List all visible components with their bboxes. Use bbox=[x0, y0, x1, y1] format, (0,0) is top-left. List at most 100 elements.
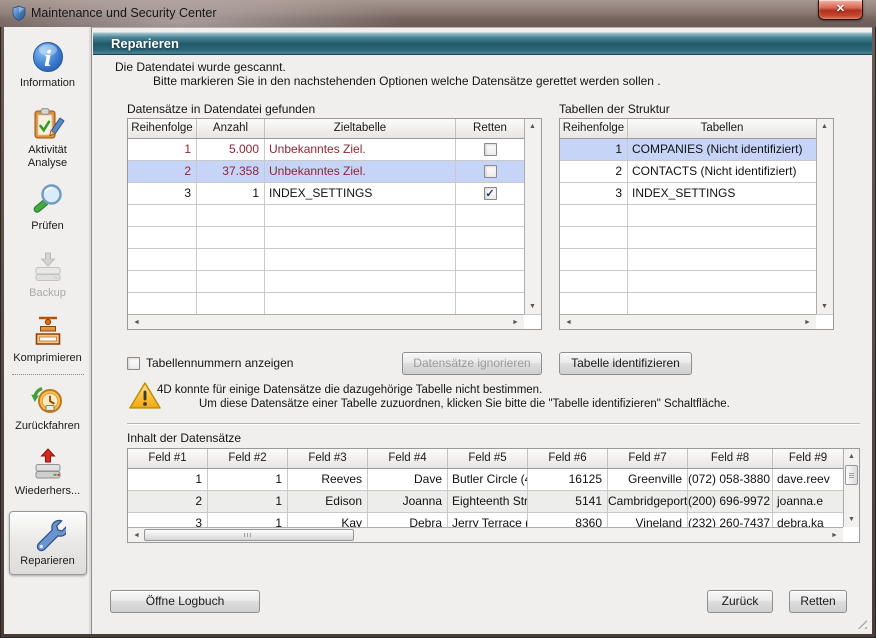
structure-table-header: Reihenfolge Tabellen bbox=[560, 119, 833, 139]
rescue-button[interactable]: Retten bbox=[789, 590, 847, 613]
scroll-down-icon[interactable]: ▼ bbox=[817, 299, 832, 314]
cell: 16125 bbox=[528, 469, 608, 490]
scroll-up-icon[interactable]: ▲ bbox=[525, 119, 540, 134]
column-header[interactable]: Feld #9 bbox=[773, 449, 843, 468]
rescue-checkbox[interactable] bbox=[484, 143, 497, 156]
sidebar-item-information[interactable]: i Information bbox=[8, 39, 88, 90]
empty-row bbox=[560, 227, 833, 249]
table-row[interactable]: 3 INDEX_SETTINGS bbox=[560, 183, 833, 205]
column-header[interactable]: Feld #5 bbox=[448, 449, 528, 468]
cell: Kay bbox=[288, 513, 368, 527]
column-header[interactable]: Reihenfolge bbox=[128, 119, 197, 138]
empty-row bbox=[128, 293, 541, 315]
table-row[interactable]: 2 CONTACTS (Nicht identifiziert) bbox=[560, 161, 833, 183]
app-surface: i Information Aktivität Analyse bbox=[4, 27, 872, 634]
sidebar-item-label: Reparieren bbox=[20, 555, 74, 568]
records-table-body: 1 5.000 Unbekanntes Ziel. 2 37.358 Unbek… bbox=[128, 139, 541, 315]
table-row[interactable]: 3 1 INDEX_SETTINGS ✓ bbox=[128, 183, 541, 205]
sidebar-item-activity-analysis[interactable]: Aktivität Analyse bbox=[8, 106, 88, 170]
cell: joanna.e bbox=[773, 491, 843, 512]
show-table-numbers-label[interactable]: Tabellennummern anzeigen bbox=[146, 356, 293, 370]
rescue-checkbox-checked[interactable]: ✓ bbox=[484, 187, 497, 200]
records-table-title: Datensätze in Datendatei gefunden bbox=[127, 102, 315, 116]
column-header[interactable]: Tabellen bbox=[628, 119, 816, 138]
scroll-left-icon[interactable]: ◄ bbox=[129, 315, 144, 330]
rescue-checkbox[interactable] bbox=[484, 165, 497, 178]
horizontal-scrollbar[interactable]: ◄ ► bbox=[560, 314, 816, 329]
verify-magnifier-icon bbox=[30, 182, 66, 218]
column-header[interactable]: Feld #2 bbox=[208, 449, 288, 468]
backup-icon bbox=[30, 249, 66, 285]
scrollbar-thumb[interactable] bbox=[845, 465, 858, 485]
column-header[interactable]: Feld #3 bbox=[288, 449, 368, 468]
warning-line-2: Um diese Datensätze einer Tabelle zuzuor… bbox=[199, 398, 730, 410]
sidebar-item-restore[interactable]: Wiederhers... bbox=[8, 447, 88, 498]
sidebar-item-label: Zurückfahren bbox=[15, 420, 80, 433]
maintenance-security-center-window: Maintenance und Security Center ✕ i Info… bbox=[0, 0, 876, 638]
identify-table-button[interactable]: Tabelle identifizieren bbox=[559, 352, 692, 375]
vertical-scrollbar[interactable]: ▲ ▼ bbox=[843, 449, 859, 527]
table-row[interactable]: 3 1 Kay Debra Jerry Terrace (16 8360 Vin… bbox=[128, 513, 859, 527]
table-row[interactable]: 2 1 Edison Joanna Eighteenth Stre 5141 C… bbox=[128, 491, 859, 513]
column-header[interactable]: Feld #7 bbox=[608, 449, 688, 468]
cell: Reeves bbox=[288, 469, 368, 490]
column-header[interactable]: Retten bbox=[456, 119, 524, 138]
cell: (232) 260-7437 bbox=[688, 513, 773, 527]
cell: Cambridgeport bbox=[608, 491, 688, 512]
scroll-down-icon[interactable]: ▼ bbox=[844, 512, 859, 527]
scroll-right-icon[interactable]: ► bbox=[827, 528, 842, 543]
sidebar-item-label: Information bbox=[20, 77, 75, 90]
horizontal-scrollbar[interactable]: ◄ ► bbox=[128, 527, 843, 542]
vertical-scrollbar[interactable]: ▲ ▼ bbox=[816, 119, 833, 314]
scroll-up-icon[interactable]: ▲ bbox=[844, 449, 859, 464]
scroll-right-icon[interactable]: ► bbox=[800, 315, 815, 330]
structure-table-title: Tabellen der Struktur bbox=[559, 102, 670, 116]
page-header: Reparieren bbox=[93, 32, 872, 55]
back-button[interactable]: Zurück bbox=[707, 590, 773, 613]
scroll-left-icon[interactable]: ◄ bbox=[129, 528, 144, 543]
main-panel: Reparieren Die Datendatei wurde gescannt… bbox=[93, 27, 872, 634]
sidebar: i Information Aktivität Analyse bbox=[4, 27, 92, 634]
table-row-selected[interactable]: 1 COMPANIES (Nicht identifiziert) bbox=[560, 139, 833, 161]
content-table-body: 1 1 Reeves Dave Butler Circle (4 16125 G… bbox=[128, 469, 859, 527]
sidebar-item-compact[interactable]: Komprimieren bbox=[8, 314, 88, 365]
cell: Jerry Terrace (16 bbox=[448, 513, 528, 527]
table-row[interactable]: 1 5.000 Unbekanntes Ziel. bbox=[128, 139, 541, 161]
column-header[interactable]: Anzahl bbox=[197, 119, 265, 138]
horizontal-scrollbar[interactable]: ◄ ► bbox=[128, 314, 524, 329]
sidebar-divider bbox=[12, 374, 84, 375]
column-header[interactable]: Reihenfolge bbox=[560, 119, 628, 138]
column-header[interactable]: Zieltabelle bbox=[265, 119, 456, 138]
table-row-selected[interactable]: 2 37.358 Unbekanntes Ziel. bbox=[128, 161, 541, 183]
close-button[interactable]: ✕ bbox=[818, 0, 863, 20]
scrollbar-thumb[interactable] bbox=[144, 529, 354, 541]
cell-order: 1 bbox=[128, 139, 197, 160]
scroll-left-icon[interactable]: ◄ bbox=[561, 315, 576, 330]
cell: 1 bbox=[208, 513, 288, 527]
show-table-numbers-checkbox[interactable] bbox=[127, 357, 140, 370]
window-title: Maintenance und Security Center bbox=[31, 6, 217, 20]
cell-rescue bbox=[456, 161, 524, 182]
title-bar[interactable]: Maintenance und Security Center ✕ bbox=[0, 0, 876, 27]
cell: Joanna bbox=[368, 491, 448, 512]
column-header[interactable]: Feld #4 bbox=[368, 449, 448, 468]
scroll-down-icon[interactable]: ▼ bbox=[525, 299, 540, 314]
scroll-up-icon[interactable]: ▲ bbox=[817, 119, 832, 134]
sidebar-item-verify[interactable]: Prüfen bbox=[8, 182, 88, 233]
sidebar-item-repair[interactable]: Reparieren bbox=[9, 511, 87, 575]
column-header[interactable]: Feld #1 bbox=[128, 449, 208, 468]
scroll-right-icon[interactable]: ► bbox=[508, 315, 523, 330]
vertical-scrollbar[interactable]: ▲ ▼ bbox=[524, 119, 541, 314]
cell-count: 5.000 bbox=[197, 139, 265, 160]
open-logbook-button[interactable]: Öffne Logbuch bbox=[110, 590, 260, 613]
table-row[interactable]: 1 1 Reeves Dave Butler Circle (4 16125 G… bbox=[128, 469, 859, 491]
shield-icon bbox=[11, 5, 27, 21]
sidebar-item-label: Komprimieren bbox=[13, 352, 81, 365]
records-table: Reihenfolge Anzahl Zieltabelle Retten 1 … bbox=[127, 118, 542, 330]
column-header[interactable]: Feld #6 bbox=[528, 449, 608, 468]
empty-row bbox=[128, 227, 541, 249]
cell-table: INDEX_SETTINGS bbox=[628, 183, 816, 204]
column-header[interactable]: Feld #8 bbox=[688, 449, 773, 468]
cell: Butler Circle (4 bbox=[448, 469, 528, 490]
sidebar-item-rollback[interactable]: Zurückfahren bbox=[8, 382, 88, 433]
